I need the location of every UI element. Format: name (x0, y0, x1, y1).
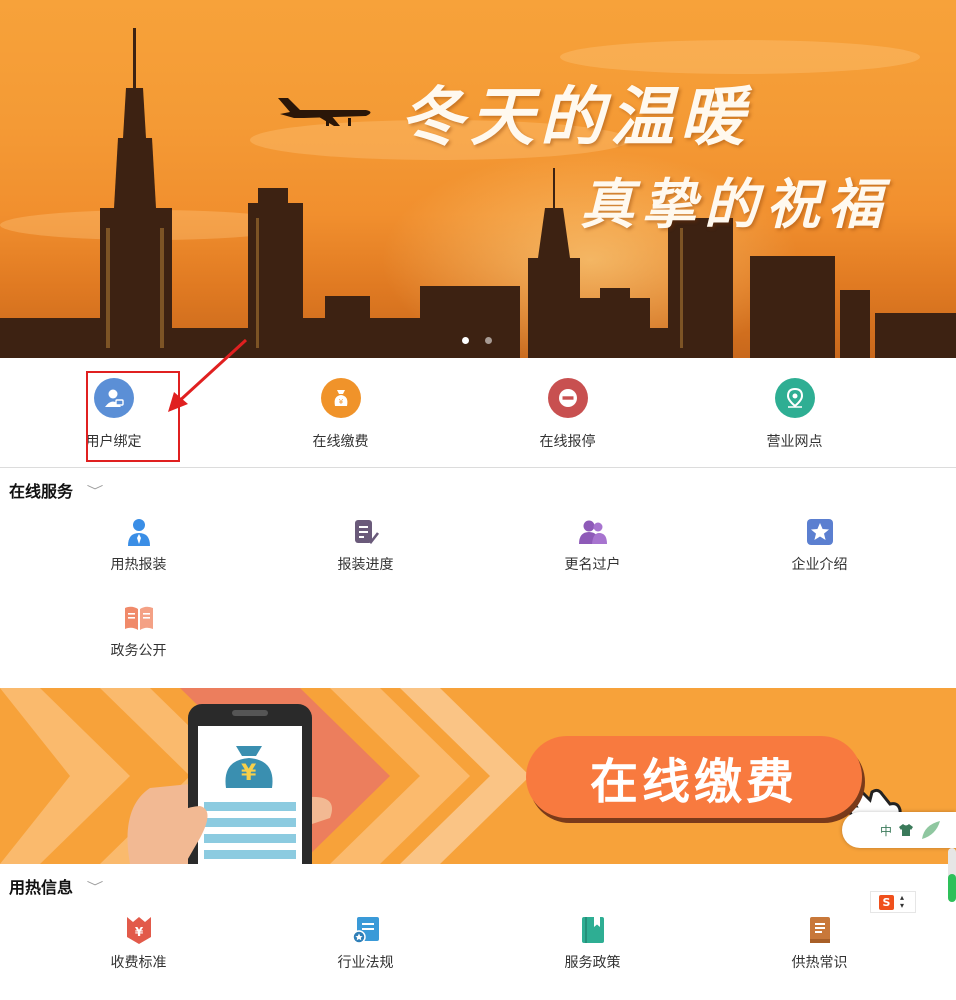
input-method-widget[interactable]: S ▴ ▾ (870, 891, 916, 913)
info-industry-regulations[interactable]: 行业法规 (252, 914, 479, 1000)
regulation-icon (350, 914, 382, 946)
carousel-dot-2[interactable] (485, 337, 492, 344)
ime-dropdown-icon[interactable]: ▴ ▾ (900, 894, 904, 910)
service-company-intro[interactable]: 企业介绍 (706, 516, 933, 602)
currency-symbol: ¥ (241, 761, 257, 786)
online-services-title: 在线服务 (9, 482, 74, 501)
service-company-intro-label: 企业介绍 (791, 557, 848, 573)
info-heating-knowledge-label: 供热常识 (791, 955, 848, 971)
chevron-down-icon[interactable]: ﹀ (87, 878, 104, 895)
quick-online-suspend-label: 在线报停 (539, 434, 596, 450)
person-tie-icon (123, 516, 155, 548)
shirt-icon (899, 824, 914, 836)
users-transfer-icon (577, 516, 609, 548)
banner-headline-line1: 冬天的温暖 (400, 80, 750, 155)
info-service-policy-label: 服务政策 (564, 955, 621, 971)
service-name-transfer[interactable]: 更名过户 (479, 516, 706, 602)
quick-online-payment[interactable]: ¥ 在线缴费 (227, 358, 454, 467)
quick-online-suspend[interactable]: 在线报停 (454, 358, 681, 467)
chevron-down-icon[interactable]: ﹀ (87, 482, 104, 499)
online-payment-cta-button[interactable]: 在线缴费 (526, 736, 862, 818)
fee-standard-icon: ¥ (123, 914, 155, 946)
quick-service-outlets[interactable]: 营业网点 (681, 358, 908, 467)
svg-text:¥: ¥ (338, 398, 343, 406)
service-government-disclosure[interactable]: 政务公开 (25, 602, 252, 688)
location-pin-icon (774, 378, 815, 418)
info-fee-standard[interactable]: ¥ 收费标准 (25, 914, 252, 1000)
money-bag-icon: ¥ (320, 378, 361, 418)
knowledge-book-icon (804, 914, 836, 946)
stop-icon (547, 378, 588, 418)
progress-doc-icon (350, 516, 382, 548)
online-services-header[interactable]: 在线服务 ﹀ (9, 478, 104, 502)
heat-info-title: 用热信息 (9, 878, 74, 897)
annotation-arrow (168, 338, 248, 412)
service-installation-progress-label: 报装进度 (337, 557, 394, 573)
top-banner-carousel[interactable]: 冬天的温暖 真挚的祝福 (0, 0, 956, 358)
carousel-dot-1[interactable] (462, 337, 469, 344)
online-services-grid: 用热报装 报装进度 更名过户 企业介绍 政务公开 (25, 516, 933, 688)
star-icon (804, 516, 836, 548)
service-name-transfer-label: 更名过户 (564, 557, 621, 573)
online-payment-cta-label: 在线缴费 (589, 754, 798, 810)
floating-skin-widget[interactable]: 中 (842, 812, 956, 848)
banner-headline-line2: 真挚的祝福 (580, 172, 890, 236)
info-service-policy[interactable]: 服务政策 (479, 914, 706, 1000)
page-scroll-indicator[interactable] (948, 848, 956, 902)
info-fee-standard-label: 收费标准 (110, 955, 167, 971)
service-heat-installation-label: 用热报装 (110, 557, 167, 573)
service-government-disclosure-label: 政务公开 (110, 643, 167, 659)
service-heat-installation[interactable]: 用热报装 (25, 516, 252, 602)
service-installation-progress[interactable]: 报装进度 (252, 516, 479, 602)
heat-info-header[interactable]: 用热信息 ﹀ (9, 874, 104, 898)
scroll-thumb[interactable] (948, 874, 956, 902)
policy-book-icon (577, 914, 609, 946)
heat-info-grid: ¥ 收费标准 行业法规 服务政策 供热常识 (25, 914, 933, 1000)
quick-online-payment-label: 在线缴费 (312, 434, 369, 450)
info-heating-knowledge[interactable]: 供热常识 (706, 914, 933, 1000)
open-book-icon (123, 602, 155, 634)
skin-widget-label: 中 (880, 823, 893, 838)
leaf-decoration-icon (922, 821, 941, 839)
svg-text:¥: ¥ (134, 925, 143, 939)
carousel-dots (462, 337, 492, 344)
info-industry-regulations-label: 行业法规 (337, 955, 394, 971)
ime-logo-icon: S (879, 894, 894, 910)
quick-service-outlets-label: 营业网点 (766, 434, 823, 450)
